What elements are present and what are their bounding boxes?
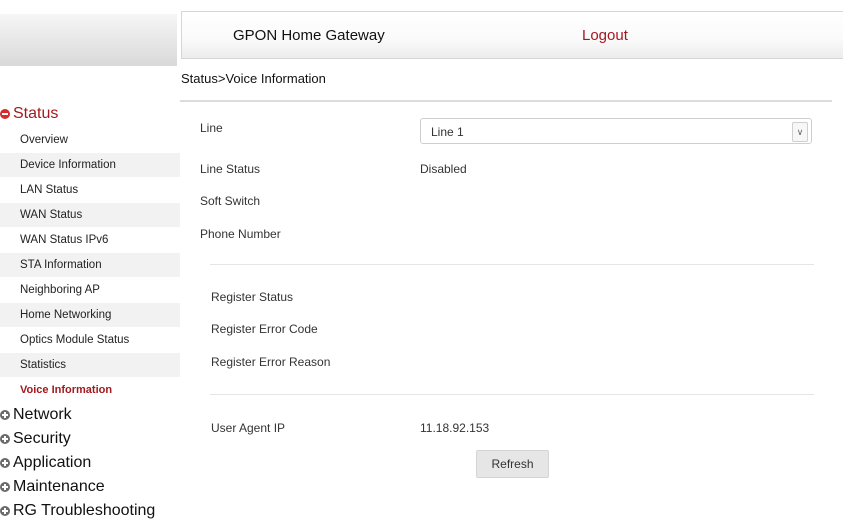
breadcrumb-divider xyxy=(180,100,832,102)
line-status-value: Disabled xyxy=(420,162,467,176)
sidebar-category-label: RG Troubleshooting xyxy=(13,502,156,519)
sidebar-item-voice-information[interactable]: Voice Information xyxy=(0,378,180,403)
sidebar-item-statistics[interactable]: Statistics xyxy=(0,353,180,378)
sidebar-category-label: Application xyxy=(13,454,92,471)
logout-link[interactable]: Logout xyxy=(582,27,628,44)
section-divider xyxy=(210,394,814,395)
sidebar-item-device-information[interactable]: Device Information xyxy=(0,153,180,178)
refresh-button[interactable]: Refresh xyxy=(476,450,549,478)
sidebar-item-home-networking[interactable]: Home Networking xyxy=(0,303,180,328)
sidebar-item-lan-status[interactable]: LAN Status xyxy=(0,178,180,203)
logo-banner xyxy=(0,14,177,66)
sidebar-category-maintenance[interactable]: Maintenance xyxy=(0,478,105,496)
sidebar-item-sta-information[interactable]: STA Information xyxy=(0,253,180,278)
expand-icon xyxy=(0,482,10,492)
section-divider xyxy=(210,264,814,265)
register-status-label: Register Status xyxy=(211,290,294,304)
sidebar-item-overview[interactable]: Overview xyxy=(0,128,180,153)
phone-number-label: Phone Number xyxy=(200,227,281,241)
sidebar-category-security[interactable]: Security xyxy=(0,430,71,448)
line-label: Line xyxy=(200,121,223,135)
line-select-value: Line 1 xyxy=(431,125,464,139)
line-select[interactable]: Line 1 ∨ xyxy=(420,118,812,144)
header-bar: GPON Home Gateway Logout xyxy=(181,11,843,59)
sidebar-category-label: Network xyxy=(13,406,72,423)
sidebar-category-rg-troubleshooting[interactable]: RG Troubleshooting xyxy=(0,502,155,520)
app-title: GPON Home Gateway xyxy=(233,27,385,44)
expand-icon xyxy=(0,410,10,420)
sidebar-item-wan-status-ipv6[interactable]: WAN Status IPv6 xyxy=(0,228,180,253)
sidebar-category-label: Status xyxy=(13,105,59,122)
sidebar-item-wan-status[interactable]: WAN Status xyxy=(0,203,180,228)
soft-switch-label: Soft Switch xyxy=(200,194,261,208)
collapse-icon xyxy=(0,109,10,119)
sidebar-item-neighboring-ap[interactable]: Neighboring AP xyxy=(0,278,180,303)
sidebar-item-optics-module-status[interactable]: Optics Module Status xyxy=(0,328,180,353)
register-error-code-label: Register Error Code xyxy=(211,322,318,336)
user-agent-ip-value: 11.18.92.153 xyxy=(420,421,490,435)
expand-icon xyxy=(0,458,10,468)
sidebar-category-network[interactable]: Network xyxy=(0,406,72,424)
sidebar-category-label: Maintenance xyxy=(13,478,105,495)
breadcrumb: Status>Voice Information xyxy=(181,71,326,86)
expand-icon xyxy=(0,434,10,444)
sidebar-category-status[interactable]: Status xyxy=(0,105,58,123)
chevron-down-icon: ∨ xyxy=(792,122,808,142)
register-error-reason-label: Register Error Reason xyxy=(211,355,331,369)
sidebar-category-application[interactable]: Application xyxy=(0,454,91,472)
line-status-label: Line Status xyxy=(200,162,261,176)
user-agent-ip-label: User Agent IP xyxy=(211,421,286,435)
sidebar-category-label: Security xyxy=(13,430,71,447)
expand-icon xyxy=(0,506,10,516)
